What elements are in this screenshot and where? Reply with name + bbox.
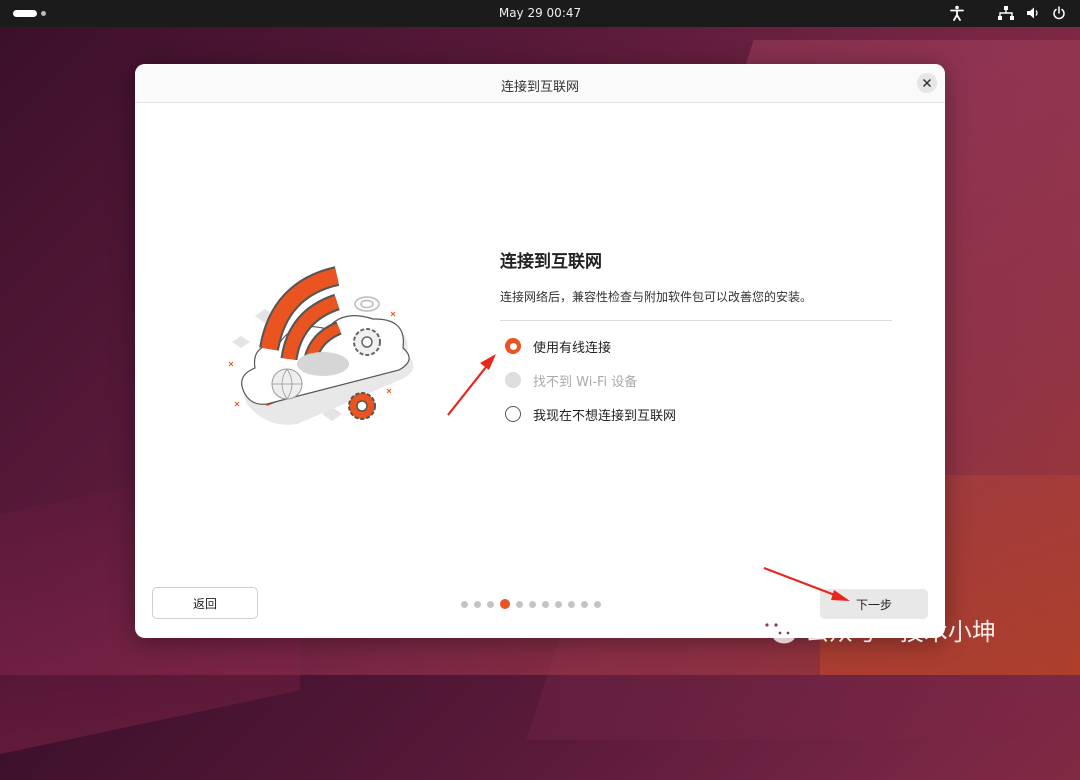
step-dot [461,600,468,608]
step-dot-active [500,599,510,609]
step-dot [516,600,523,608]
step-dot [487,600,494,608]
power-icon[interactable] [1052,6,1066,20]
radio-no-connection[interactable] [505,406,521,422]
network-icon[interactable] [998,6,1014,20]
watermark-text: 公众号 · 技术小坤 [805,618,996,646]
step-dot [581,600,588,608]
watermark: 公众号 · 技术小坤 [757,612,996,647]
option-label: 找不到 Wi-Fi 设备 [533,374,638,390]
option-label: 我现在不想连接到互联网 [533,408,677,424]
step-dot [568,600,575,608]
content-panel: 连接到互联网 连接网络后，兼容性检查与附加软件包可以改善您的安装。 使用有线连接… [500,247,892,437]
step-indicator [461,599,601,609]
accessibility-icon[interactable] [950,5,964,21]
clock[interactable]: May 29 00:47 [0,6,1080,20]
back-button[interactable]: 返回 [152,587,258,619]
step-dot [529,600,536,608]
option-label: 使用有线连接 [533,340,612,356]
page-heading: 连接到互联网 [500,252,602,272]
internet-illustration [228,266,414,425]
radio-wifi [505,372,521,388]
installer-dialog: 连接到互联网 连接到互联网 连接网络后，兼容性检查与附加软件包可以改善您的安装。… [135,64,945,638]
close-icon [923,79,931,87]
close-button[interactable] [917,73,937,93]
dialog-header: 连接到互联网 [135,64,945,103]
step-dot [594,600,601,608]
dialog-title: 连接到互联网 [500,80,579,95]
option-no-connection[interactable]: 我现在不想连接到互联网 [500,403,892,425]
option-wired[interactable]: 使用有线连接 [500,335,892,357]
wechat-icon [758,615,796,643]
option-wifi: 找不到 Wi-Fi 设备 [500,369,892,391]
system-tray[interactable] [950,5,1066,21]
step-dot [542,600,549,608]
radio-wired[interactable] [505,338,521,354]
step-dot [555,600,562,608]
divider [500,320,892,321]
volume-icon[interactable] [1026,6,1040,20]
step-dot [474,600,481,608]
top-bar: May 29 00:47 [0,0,1080,27]
page-description: 连接网络后，兼容性检查与附加软件包可以改善您的安装。 [500,290,813,304]
